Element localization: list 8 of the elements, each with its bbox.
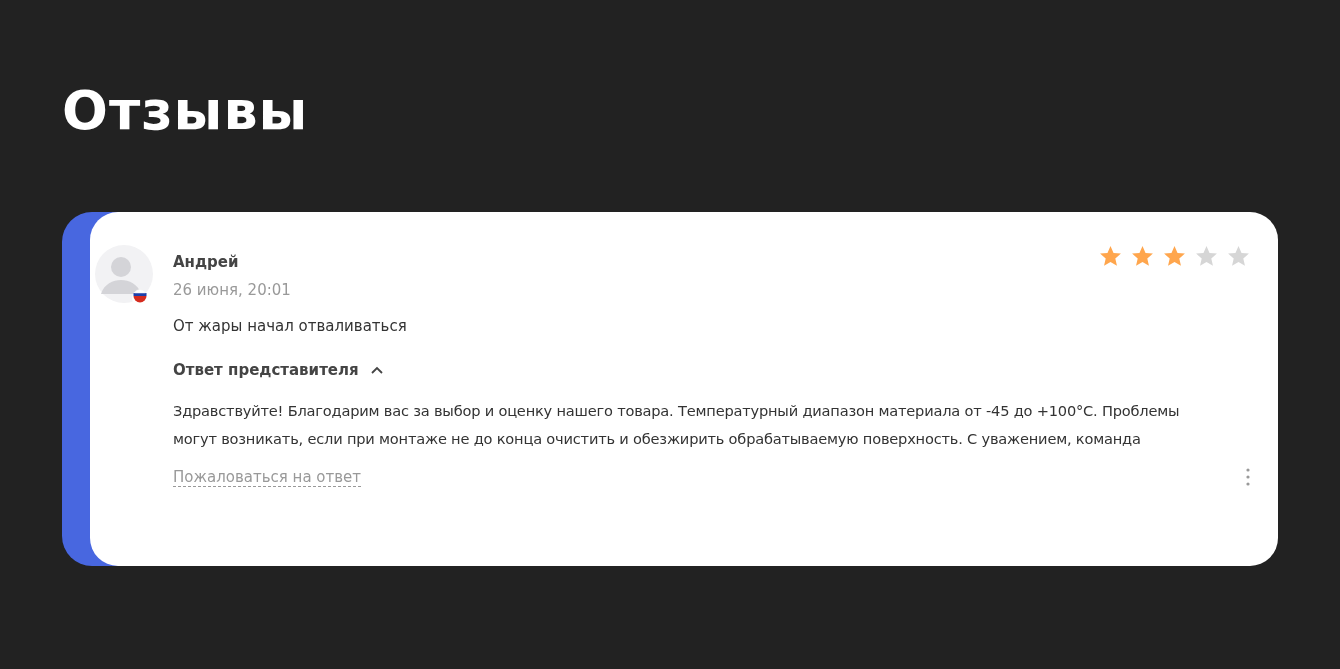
slide-title: Отзывы (62, 84, 310, 138)
review-text: От жары начал отваливаться (173, 317, 408, 335)
author-name: Андрей (173, 253, 240, 271)
more-icon[interactable] (1245, 467, 1251, 487)
reply-toggle[interactable]: Ответ представителя (173, 361, 383, 379)
reply-text: Здравствуйте! Благодарим вас за выбор и оценку нашего товара. Температурный диапазон материала от -45 до +100°C. Проблемы могут возникать, если при монтаже не до конца очистить и обезжирить обрабатываемую поверхность. С уважением, команда (173, 401, 1181, 449)
review-date: 26 июня, 20:01 (173, 281, 291, 299)
chevron-icon (370, 366, 383, 374)
